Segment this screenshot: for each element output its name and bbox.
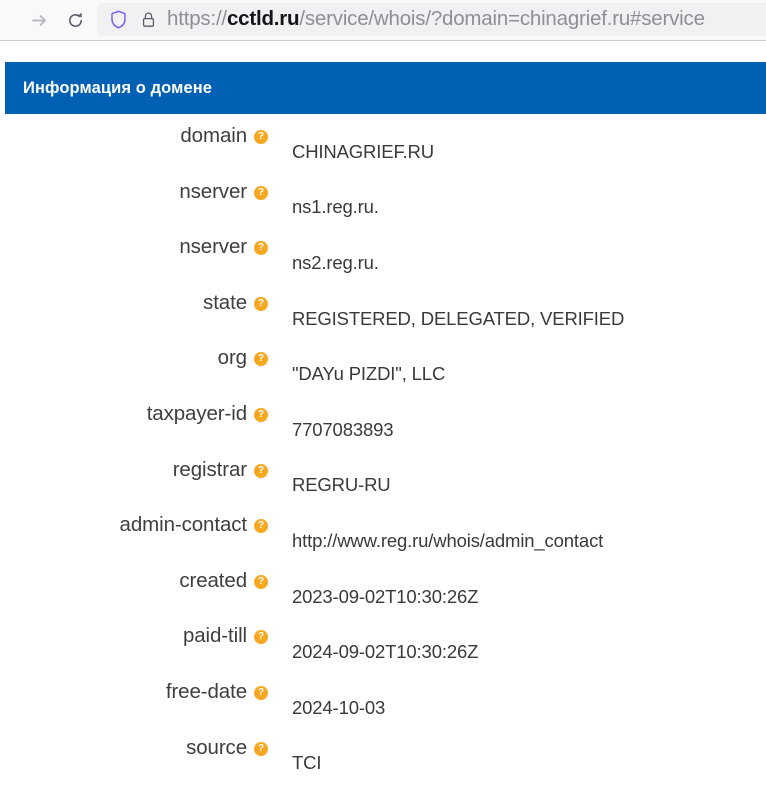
url-scheme: https:// [167,7,227,31]
whois-field-value: 2024-09-02T10:30:26Z [292,641,479,663]
forward-button[interactable] [24,5,54,35]
whois-label-cell: registrar [0,458,270,482]
reload-button[interactable] [60,5,90,35]
whois-row: domain CHINAGRIEF.RU [0,124,766,180]
whois-row: registrar REGRU-RU [0,458,766,514]
help-question-icon[interactable] [254,741,268,756]
url-path: /service/whois/?domain=chinagrief.ru#ser… [299,7,705,31]
help-question-icon[interactable] [254,685,268,700]
help-question-icon[interactable] [254,185,268,200]
whois-field-value: "DAYu PIZDI", LLC [292,363,446,385]
whois-field-value: 2024-10-03 [292,696,386,718]
whois-label-cell: taxpayer-id [0,402,270,426]
whois-field-label: org [217,346,247,370]
help-question-icon[interactable] [254,407,268,422]
whois-field-value: 2023-09-02T10:30:26Z [292,585,479,607]
panel-title: Информация о домене [23,78,213,97]
whois-field-value: 7707083893 [292,418,394,440]
whois-value-cell: 2023-09-02T10:30:26Z [270,586,766,608]
whois-label-cell: admin-contact [0,513,270,537]
whois-field-label: source [186,735,247,759]
whois-label-cell: org [0,346,270,370]
whois-field-label: nserver [179,235,247,259]
whois-label-cell: nserver [0,180,270,204]
whois-field-value: ns2.reg.ru. [292,251,379,273]
whois-value-cell: "DAYu PIZDI", LLC [270,363,766,385]
whois-row: nserver ns1.reg.ru. [0,180,766,236]
help-question-icon[interactable] [254,463,268,478]
lock-icon[interactable] [135,7,161,33]
whois-row: paid-till 2024-09-02T10:30:26Z [0,624,766,680]
whois-field-label: free-date [165,679,247,703]
page-content: Информация о домене domain CHINAGRIEF.RU n… [0,41,766,797]
help-question-icon[interactable] [254,574,268,589]
whois-value-cell: 2024-09-02T10:30:26Z [270,641,766,663]
whois-value-cell: ns2.reg.ru. [270,252,766,274]
whois-field-label: domain [180,124,247,147]
whois-label-cell: nserver [0,235,270,259]
panel-header: Информация о домене [5,62,766,114]
whois-row: taxpayer-id 7707083893 [0,402,766,458]
help-question-icon[interactable] [254,519,268,534]
whois-row: created 2023-09-02T10:30:26Z [0,569,766,625]
help-question-icon[interactable] [254,241,268,256]
whois-label-cell: domain [0,124,270,148]
whois-label-cell: paid-till [0,624,270,648]
whois-field-label: paid-till [182,624,247,648]
whois-field-label: registrar [172,457,247,481]
whois-value-cell: 7707083893 [270,419,766,441]
whois-label-cell: created [0,569,270,593]
whois-row: source TCI [0,736,766,792]
whois-value-cell: REGRU-RU [270,474,766,496]
whois-value-cell: http://www.reg.ru/whois/admin_contact [270,530,766,552]
url-bar[interactable]: https://cctld.ru/service/whois/?domain=c… [97,3,766,36]
whois-row: nserver ns2.reg.ru. [0,235,766,291]
help-question-icon[interactable] [254,630,268,645]
help-question-icon[interactable] [254,296,268,311]
whois-value-cell: TCI [270,752,766,774]
whois-field-value: REGISTERED, DELEGATED, VERIFIED [292,307,625,329]
whois-value-cell: REGISTERED, DELEGATED, VERIFIED [270,308,766,330]
whois-value-cell: 2024-10-03 [270,697,766,719]
url-text: https://cctld.ru/service/whois/?domain=c… [167,9,705,30]
browser-toolbar: https://cctld.ru/service/whois/?domain=c… [0,0,766,41]
whois-value-cell: CHINAGRIEF.RU [270,141,766,163]
help-question-icon[interactable] [254,352,268,367]
shield-icon[interactable] [105,7,131,33]
whois-field-label: admin-contact [119,513,248,537]
help-question-icon[interactable] [254,130,268,144]
whois-field-label: nserver [179,179,247,203]
whois-field-label: state [203,290,247,314]
whois-value-cell: ns1.reg.ru. [270,196,766,218]
whois-label-cell: free-date [0,680,270,704]
whois-row: admin-contact http://www.reg.ru/whois/adm… [0,513,766,569]
whois-table: domainCHINAGRIEF.RUnserverns1.reg.ru.nse… [0,124,766,791]
whois-label-cell: source [0,736,270,760]
whois-row: state REGISTERED, DELEGATED, VERIFIED [0,291,766,347]
whois-row: org "DAYu PIZDI", LLC [0,346,766,402]
whois-field-value: REGRU-RU [292,474,391,496]
whois-field-label: created [179,568,247,592]
whois-field-value: http://www.reg.ru/whois/admin_contact [292,529,604,551]
whois-field-value: TCI [292,752,322,774]
whois-field-value: CHINAGRIEF.RU [292,140,434,162]
whois-label-cell: state [0,291,270,315]
whois-row: free-date 2024-10-03 [0,680,766,736]
url-domain: cctld.ru [226,7,300,31]
whois-field-label: taxpayer-id [146,401,247,425]
whois-field-value: ns1.reg.ru. [292,196,379,218]
